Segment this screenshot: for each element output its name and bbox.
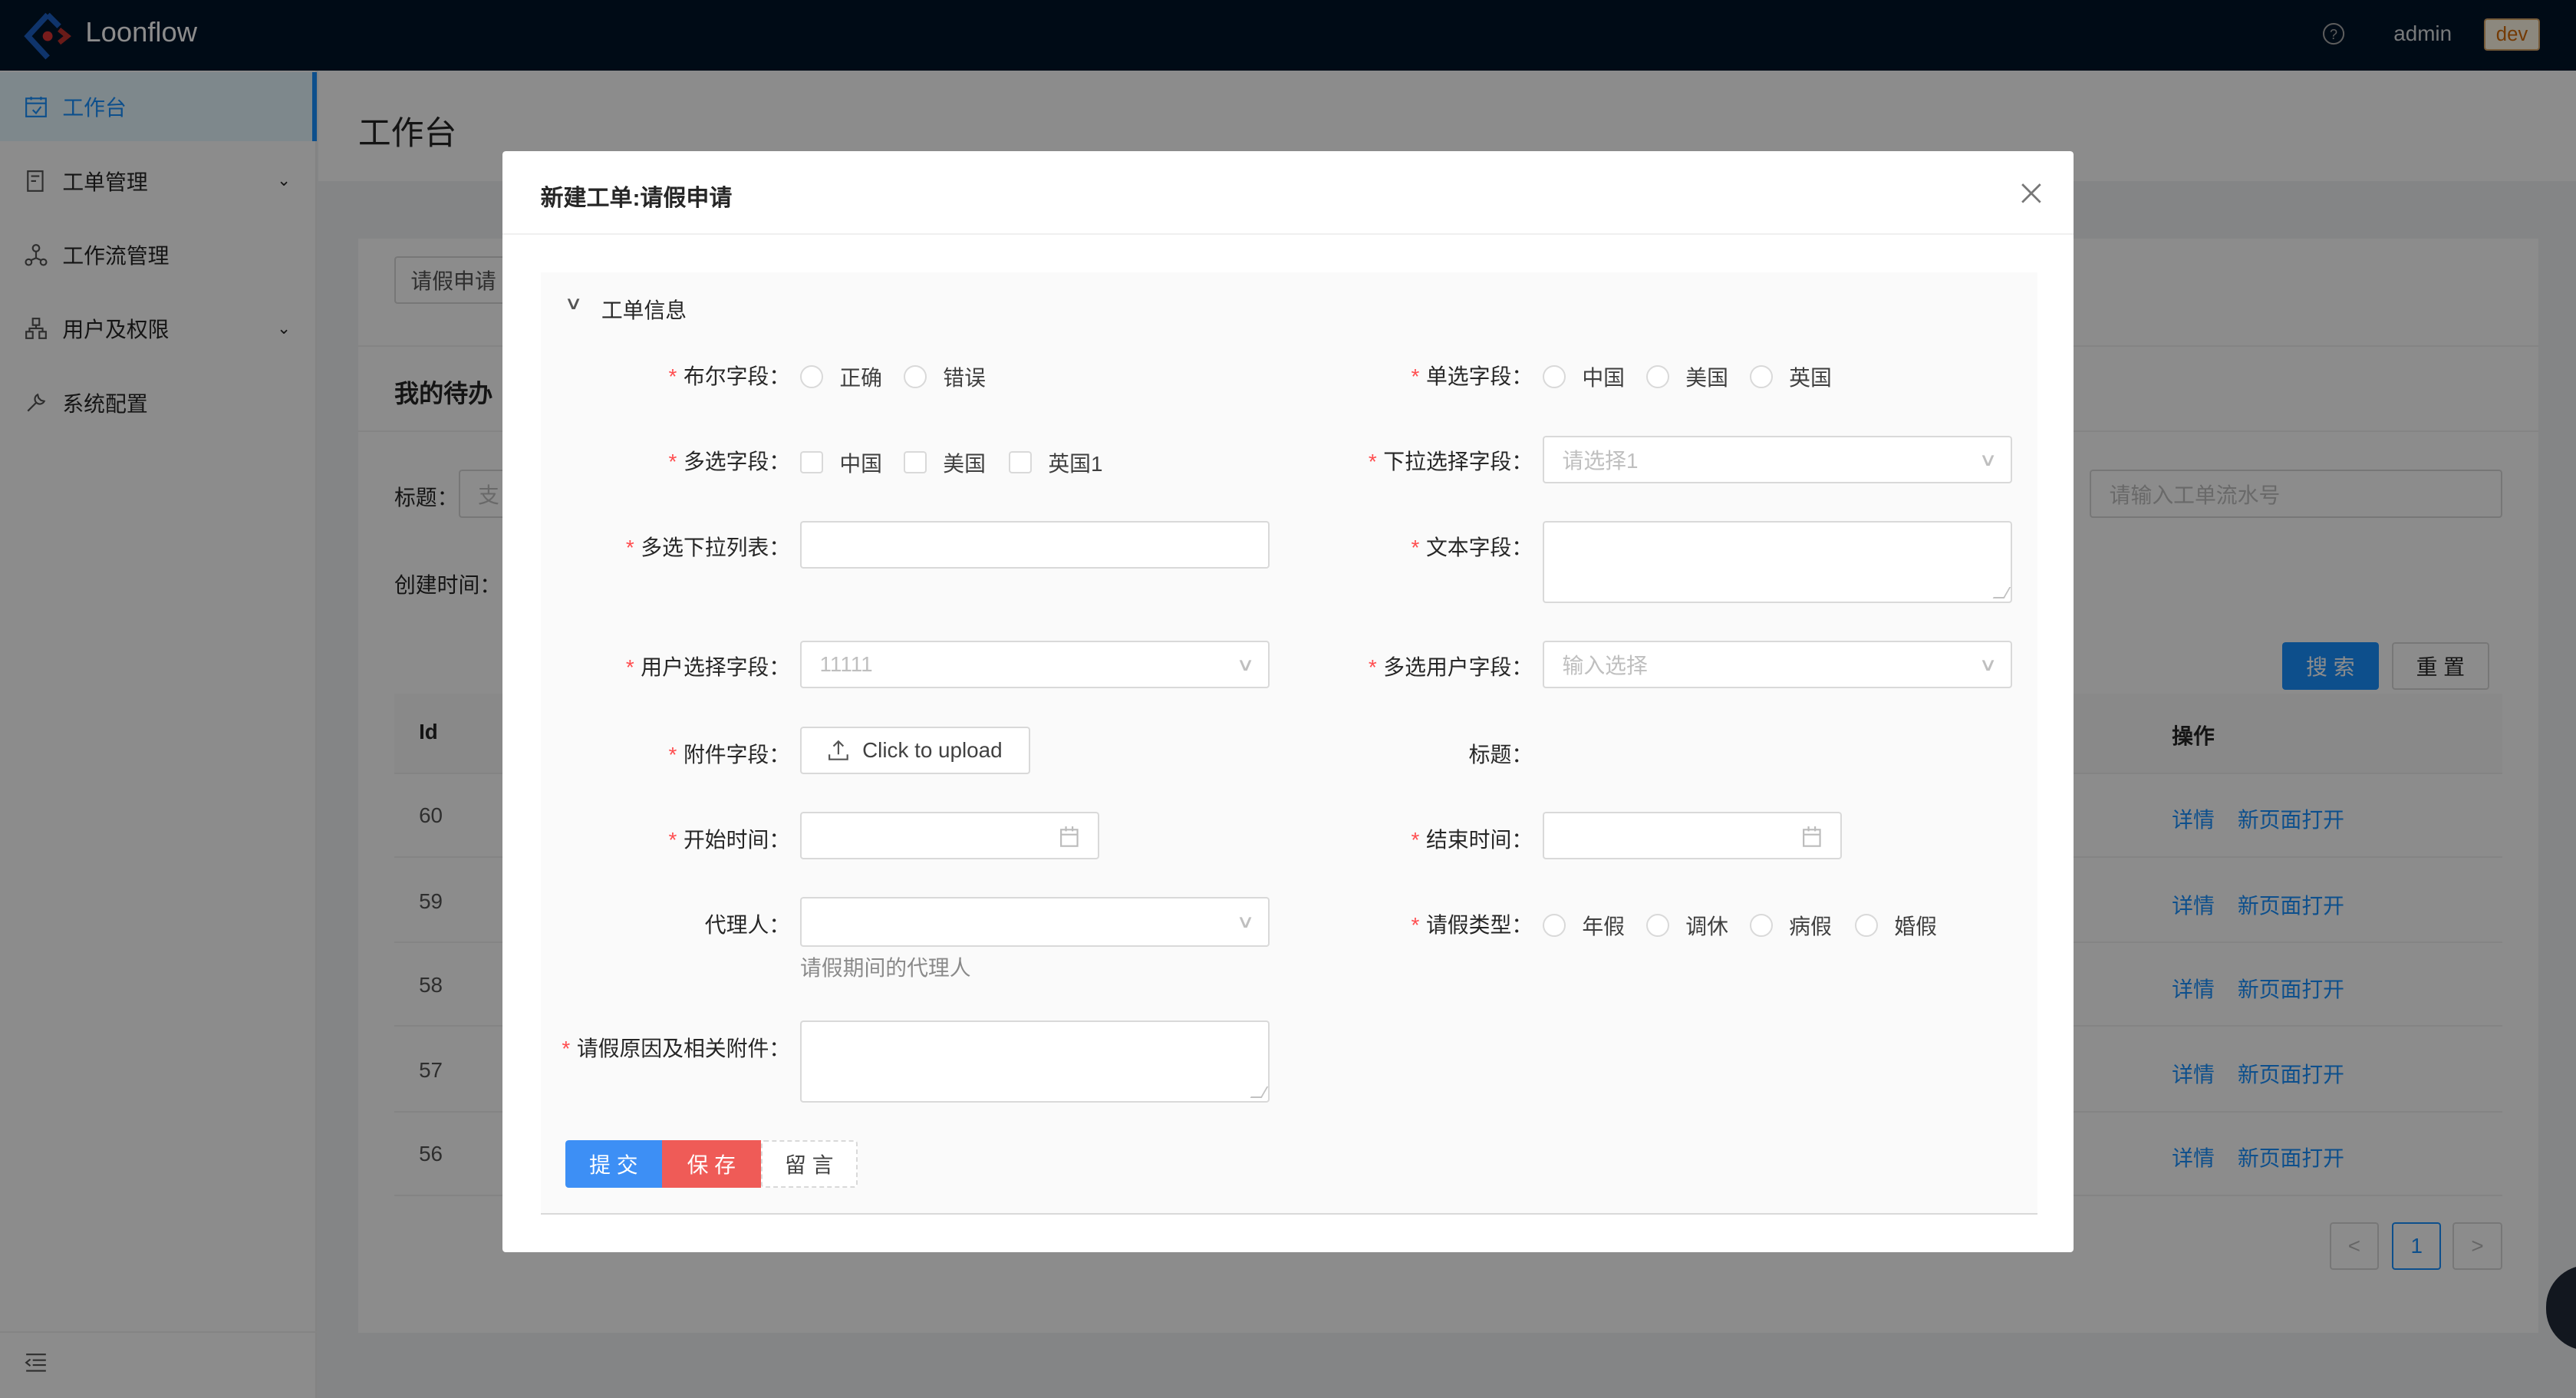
text-field-textarea[interactable] [1542, 520, 2013, 603]
comment-button[interactable]: 留 言 [760, 1140, 858, 1189]
save-button[interactable]: 保 存 [662, 1140, 761, 1189]
submit-button[interactable]: 提 交 [565, 1140, 663, 1189]
multi-user-select[interactable]: 输入选择 ∨ [1542, 641, 2013, 689]
start-time-label: * 开始时间： [668, 827, 791, 852]
start-time-picker[interactable] [799, 811, 1099, 860]
bool-option-true[interactable]: 正确 [799, 361, 882, 392]
close-icon[interactable] [2021, 183, 2042, 204]
multi-dropdown-label: * 多选下拉列表： [625, 535, 791, 559]
new-ticket-modal: 新建工单:请假申请 ∨ 工单信息 [502, 151, 2074, 1252]
leave-type-annual[interactable]: 年假 [1542, 910, 1625, 941]
leave-type-marriage[interactable]: 婚假 [1854, 910, 1937, 941]
checkbox-uk1[interactable]: 英国1 [1008, 447, 1102, 478]
title-label: 标题： [1468, 742, 1533, 767]
multi-dropdown-select[interactable] [799, 520, 1270, 569]
checkbox-usa[interactable]: 美国 [903, 447, 986, 478]
panel-header[interactable]: 工单信息 [601, 294, 687, 325]
upload-button[interactable]: Click to upload [799, 726, 1030, 774]
chevron-down-icon: ∨ [1236, 912, 1255, 932]
calendar-icon [1060, 826, 1079, 847]
radio-field-label: * 单选字段： [1411, 364, 1533, 388]
text-field-label: * 文本字段： [1411, 535, 1533, 559]
bool-option-false[interactable]: 错误 [903, 361, 986, 392]
dropdown-field-label: * 下拉选择字段： [1368, 450, 1533, 474]
bool-field-label: * 布尔字段： [668, 364, 791, 388]
agent-select[interactable]: ∨ [799, 897, 1270, 947]
leave-type-sick[interactable]: 病假 [1749, 910, 1832, 941]
reason-textarea[interactable] [799, 1020, 1270, 1103]
modal-title: 新建工单:请假申请 [540, 186, 733, 212]
upload-icon [828, 740, 848, 760]
chevron-down-icon: ∨ [1978, 654, 1998, 675]
checkbox-china[interactable]: 中国 [799, 447, 882, 478]
user-field-label: * 用户选择字段： [625, 655, 791, 680]
agent-label: 代理人： [704, 913, 791, 938]
chevron-down-icon[interactable]: ∨ [564, 292, 582, 314]
radio-option-usa[interactable]: 美国 [1645, 361, 1728, 392]
leave-type-label: * 请假类型： [1411, 913, 1533, 938]
dropdown-select[interactable]: 请选择1 ∨ [1542, 435, 2013, 483]
end-time-label: * 结束时间： [1411, 827, 1533, 852]
radio-option-uk[interactable]: 英国 [1749, 361, 1832, 392]
user-select[interactable]: 11111 ∨ [799, 641, 1270, 689]
leave-type-compensatory[interactable]: 调休 [1645, 910, 1728, 941]
radio-option-china[interactable]: 中国 [1542, 361, 1625, 392]
reason-label: * 请假原因及相关附件： [562, 1036, 791, 1060]
calendar-icon [1803, 826, 1822, 847]
agent-help-text: 请假期间的代理人 [799, 955, 971, 980]
multi-user-label: * 多选用户字段： [1368, 655, 1533, 680]
chevron-down-icon: ∨ [1236, 654, 1255, 675]
multi-field-label: * 多选字段： [668, 450, 791, 474]
end-time-picker[interactable] [1542, 811, 1842, 860]
attachment-label: * 附件字段： [668, 742, 791, 767]
chevron-down-icon: ∨ [1978, 449, 1998, 470]
